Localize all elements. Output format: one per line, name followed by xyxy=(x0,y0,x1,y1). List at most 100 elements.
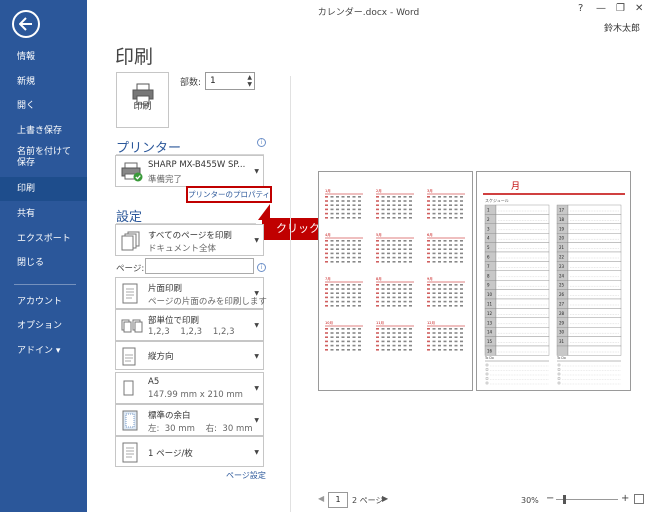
mini-day xyxy=(387,305,390,307)
minimize-icon[interactable]: — xyxy=(596,3,606,14)
mini-day xyxy=(330,248,334,250)
orientation-dropdown[interactable]: 縦方向 ▼ xyxy=(115,341,264,370)
nav-save[interactable]: 上書き保存 xyxy=(0,119,87,143)
current-page-input[interactable]: 1 xyxy=(328,492,348,508)
nav-info[interactable]: 情報 xyxy=(0,45,87,69)
mini-day xyxy=(443,300,447,303)
nav-new[interactable]: 新規 xyxy=(0,70,87,94)
mini-day xyxy=(387,340,390,343)
back-button[interactable] xyxy=(12,10,40,38)
mini-day xyxy=(427,344,430,347)
collate-dropdown[interactable]: 部単位で印刷 1,2,3 1,2,3 1,2,3 ▼ xyxy=(115,309,264,341)
nav-save-as[interactable]: 名前を付けて 保存 xyxy=(0,146,87,172)
zoom-to-page-icon[interactable] xyxy=(634,494,644,504)
day-entry-cell xyxy=(567,204,622,215)
restore-icon[interactable]: ❐ xyxy=(616,3,625,14)
mini-day xyxy=(449,349,452,351)
prev-page-icon[interactable]: ◀ xyxy=(318,494,324,503)
mini-day xyxy=(376,261,379,263)
mini-day xyxy=(409,204,412,206)
mini-day xyxy=(438,261,441,263)
mini-day xyxy=(336,296,339,299)
chevron-down-icon: ▼ xyxy=(254,322,259,329)
mini-day xyxy=(381,200,385,202)
mini-day xyxy=(376,212,379,215)
spin-up-icon[interactable]: ▲ xyxy=(247,74,252,81)
mini-day xyxy=(381,305,385,307)
nav-account[interactable]: アカウント xyxy=(0,290,87,314)
mini-day xyxy=(347,284,350,286)
help-icon[interactable]: ? xyxy=(578,3,583,14)
zoom-level[interactable]: 30% xyxy=(521,496,539,505)
mini-day xyxy=(449,240,452,242)
sides-dropdown[interactable]: 片面印刷 ページの片面のみを印刷します ▼ xyxy=(115,277,267,309)
nav-export[interactable]: エクスポート xyxy=(0,227,87,251)
info-icon[interactable]: i xyxy=(257,138,266,147)
print-range-sub: ドキュメント全体 xyxy=(148,244,217,254)
nav-addins[interactable]: アドイン ▾ xyxy=(0,339,87,363)
mini-day xyxy=(454,284,458,286)
print-button[interactable]: 印刷 xyxy=(116,72,169,128)
mini-day xyxy=(449,328,452,330)
mini-day xyxy=(427,204,430,206)
mini-day xyxy=(460,217,463,219)
mini-day xyxy=(358,208,361,211)
spin-down-icon[interactable]: ▼ xyxy=(247,81,252,88)
mini-day xyxy=(376,217,379,219)
zoom-slider-thumb[interactable] xyxy=(563,495,566,504)
print-range-dropdown[interactable]: すべてのページを印刷 ドキュメント全体 ▼ xyxy=(115,224,264,256)
day-entry-cell xyxy=(495,204,550,215)
mini-day xyxy=(352,296,356,299)
mini-month-label: 5月 xyxy=(376,232,382,237)
mini-day xyxy=(336,328,339,330)
next-page-icon[interactable]: ▶ xyxy=(382,494,388,503)
chevron-down-icon: ▼ xyxy=(254,353,259,360)
nav-options[interactable]: オプション xyxy=(0,314,87,338)
mini-day xyxy=(330,332,334,334)
info-icon[interactable]: i xyxy=(257,263,266,272)
mini-day xyxy=(398,296,401,299)
mini-day xyxy=(387,296,390,299)
day-number: 25 xyxy=(559,283,565,288)
mini-day xyxy=(358,328,361,330)
mini-day xyxy=(376,284,379,286)
pages-per-sheet-dropdown[interactable]: 1 ページ/枚 ▼ xyxy=(115,436,264,467)
mini-day xyxy=(438,336,441,338)
mini-day xyxy=(460,244,463,246)
zoom-out-icon[interactable]: − xyxy=(546,493,554,504)
title-bar: カレンダー.docx - Word xyxy=(87,0,650,20)
zoom-in-icon[interactable]: + xyxy=(621,493,629,504)
margins-dropdown[interactable]: 標準の余白 左: 30 mm 右: 30 mm ▼ xyxy=(115,404,264,436)
nav-close[interactable]: 閉じる xyxy=(0,251,87,275)
mini-day xyxy=(376,248,379,250)
mini-day xyxy=(432,340,436,343)
mini-day xyxy=(398,292,401,294)
mini-day xyxy=(454,217,458,219)
nav-print[interactable]: 印刷 xyxy=(0,177,87,201)
nav-share[interactable]: 共有 xyxy=(0,202,87,226)
printer-dropdown[interactable]: SHARP MX-B455W SP... 準備完了 ▼ xyxy=(115,155,264,187)
mini-day xyxy=(454,349,458,351)
mini-day xyxy=(427,340,430,343)
copies-input[interactable]: 1 ▲ ▼ xyxy=(205,72,255,90)
mini-day xyxy=(376,336,379,338)
mini-day xyxy=(347,349,350,351)
paper-size-dropdown[interactable]: A5 147.99 mm x 210 mm ▼ xyxy=(115,372,264,404)
mini-day xyxy=(330,292,334,294)
mini-day xyxy=(460,204,463,206)
mini-day xyxy=(427,244,430,246)
page-setup-link[interactable]: ページ設定 xyxy=(226,470,266,481)
user-name[interactable]: 鈴木太郎 xyxy=(604,21,640,34)
mini-day xyxy=(449,284,452,286)
nav-open[interactable]: 開く xyxy=(0,94,87,118)
mini-day xyxy=(358,244,361,246)
close-icon[interactable]: ✕ xyxy=(635,3,643,14)
printer-properties-link[interactable]: プリンターのプロパティ xyxy=(186,186,272,203)
mini-day xyxy=(376,332,379,334)
mini-day xyxy=(432,261,436,263)
mini-day xyxy=(358,305,361,307)
mini-day xyxy=(449,332,452,334)
pages-input[interactable] xyxy=(145,258,254,274)
mini-day xyxy=(454,300,458,303)
mini-day xyxy=(325,200,328,202)
